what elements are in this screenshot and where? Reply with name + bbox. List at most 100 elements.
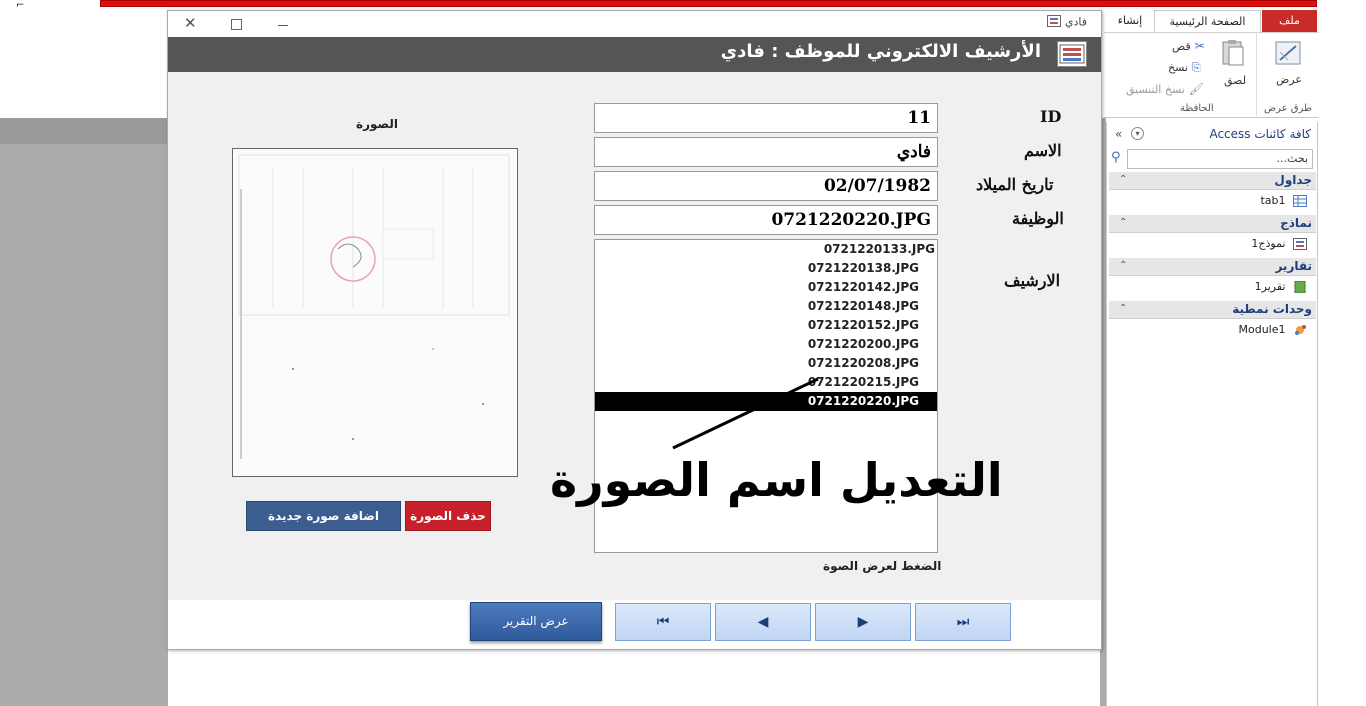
nav-group-forms[interactable]: ⌃ نماذج <box>1109 215 1316 233</box>
list-item-label: 0721220208.JPG <box>807 356 919 370</box>
ribbon-divider <box>1256 32 1257 116</box>
form-header: الأرشيف الالكتروني للموظف : فادي <box>168 37 1101 72</box>
workspace-top-band <box>0 118 168 144</box>
dob-label: تاريخ الميلاد <box>976 175 1054 194</box>
list-item-selected[interactable]: 0721220220.JPG <box>595 392 937 411</box>
nav-item-tab1[interactable]: tab1 <box>1260 194 1307 207</box>
report-icon <box>1293 280 1307 294</box>
list-item[interactable]: 0721220133.JPG <box>595 240 937 259</box>
format-painter-label: نسخ التنسيق <box>1126 83 1185 96</box>
window-title-bar: ✕ فادي <box>168 11 1101 37</box>
form-window: ✕ فادي الأرشيف الالكتروني للموظف : فادي … <box>167 10 1102 650</box>
list-item-label: 0721220220.JPG <box>807 394 919 408</box>
format-painter-button[interactable]: نسخ التنسيق 🖌 <box>1126 82 1204 96</box>
list-item-label: 0721220152.JPG <box>807 318 919 332</box>
window-tab-label: فادي <box>1064 15 1087 29</box>
job-label: الوظيفة <box>1012 209 1064 228</box>
copy-button[interactable]: نسخ ⎘ <box>1168 60 1201 75</box>
list-item-label: 0721220138.JPG <box>807 261 919 275</box>
click-hint-label: الضغط لعرض الصوة <box>823 559 942 573</box>
list-item-label: 0721220200.JPG <box>807 337 919 351</box>
list-item-label: 0721220133.JPG <box>823 242 935 256</box>
last-record-button[interactable]: ⏭ <box>915 603 1011 641</box>
dob-field[interactable]: 02/07/1982 <box>594 171 938 201</box>
list-item[interactable]: 0721220200.JPG <box>595 335 937 354</box>
form-icon <box>1047 15 1062 30</box>
prev-record-button[interactable]: ◀ <box>715 603 811 641</box>
annotation-text: التعديل اسم الصورة <box>550 453 1003 507</box>
collapse-icon: ⌃ <box>1119 217 1128 228</box>
delete-image-button[interactable]: حذف الصورة <box>405 501 491 531</box>
id-label: ID <box>1040 107 1062 126</box>
collapse-pane-icon[interactable]: « <box>1115 122 1122 146</box>
id-field[interactable]: 11 <box>594 103 938 133</box>
tab-file[interactable]: ملف <box>1262 10 1317 32</box>
copy-icon: ⎘ <box>1191 61 1201 74</box>
close-icon[interactable]: ✕ <box>184 14 197 32</box>
app-title-bar <box>100 0 1317 7</box>
paste-button[interactable]: لصق <box>1224 74 1246 87</box>
prev-record-icon: ◀ <box>757 614 769 630</box>
document-image[interactable] <box>232 148 518 477</box>
report-button[interactable]: عرض التقرير <box>470 602 602 641</box>
form-icon <box>1293 238 1307 250</box>
table-icon <box>1293 195 1307 207</box>
nav-item-report1[interactable]: تقرير1 <box>1254 280 1307 294</box>
next-record-button[interactable]: ▶ <box>815 603 911 641</box>
collapse-icon: ⌃ <box>1119 303 1128 314</box>
first-record-icon: ⏮ <box>656 614 670 630</box>
nav-group-modules[interactable]: ⌃ وحدات نمطية <box>1109 301 1316 319</box>
nav-item-label: تقرير1 <box>1254 280 1286 293</box>
nav-group-label: تقارير <box>1275 259 1312 273</box>
name-label: الاسم <box>1024 141 1062 160</box>
cut-icon: ✂ <box>1194 39 1205 53</box>
first-record-button[interactable]: ⏮ <box>615 603 711 641</box>
last-record-icon: ⏭ <box>956 614 970 630</box>
nav-search-input[interactable]: بحث... <box>1127 149 1313 169</box>
chevron-down-icon[interactable]: ▾ <box>1131 127 1144 140</box>
search-icon[interactable]: ⚲ <box>1111 150 1121 165</box>
nav-header[interactable]: « ▾ كافة كائنات Access <box>1107 122 1317 146</box>
name-field[interactable]: فادي <box>594 137 938 167</box>
list-item-label: 0721220215.JPG <box>807 375 919 389</box>
nav-group-reports[interactable]: ⌃ تقارير <box>1109 258 1316 276</box>
form-title: الأرشيف الالكتروني للموظف : فادي <box>720 41 1041 62</box>
list-item[interactable]: 0721220215.JPG <box>595 373 937 392</box>
minimize-icon[interactable] <box>278 25 288 26</box>
list-item[interactable]: 0721220138.JPG <box>595 259 937 278</box>
view-button[interactable]: عرض <box>1276 73 1302 86</box>
nav-title: كافة كائنات Access <box>1209 127 1311 141</box>
tab-home[interactable]: الصفحة الرئيسية <box>1154 10 1261 32</box>
list-item[interactable]: 0721220142.JPG <box>595 278 937 297</box>
view-icon[interactable] <box>1274 38 1304 68</box>
nav-item-label: tab1 <box>1260 194 1286 207</box>
nav-group-label: جداول <box>1274 173 1312 187</box>
nav-item-label: Module1 <box>1238 323 1286 336</box>
module-icon <box>1293 324 1307 336</box>
next-record-icon: ▶ <box>857 614 869 630</box>
nav-group-label: نماذج <box>1280 216 1312 230</box>
paste-icon[interactable] <box>1220 38 1248 68</box>
views-group-label: طرق عرض <box>1264 103 1312 114</box>
add-image-button[interactable]: اضافة صورة جديدة <box>246 501 401 531</box>
clipboard-group-label: الحافظة <box>1180 103 1214 114</box>
nav-item-module1[interactable]: Module1 <box>1239 323 1308 336</box>
maximize-icon[interactable] <box>231 19 242 30</box>
tab-create[interactable]: إنشاء <box>1108 10 1152 32</box>
copy-label: نسخ <box>1168 61 1188 74</box>
list-item[interactable]: 0721220148.JPG <box>595 297 937 316</box>
window-tab-title[interactable]: فادي <box>1043 15 1087 30</box>
nav-group-label: وحدات نمطية <box>1232 302 1312 316</box>
list-item-label: 0721220148.JPG <box>807 299 919 313</box>
list-item[interactable]: 0721220152.JPG <box>595 316 937 335</box>
cut-button[interactable]: قص ✂ <box>1172 39 1205 53</box>
nav-group-tables[interactable]: ⌃ جداول <box>1109 172 1316 190</box>
archive-label: الارشيف <box>1004 271 1061 290</box>
nav-item-form1[interactable]: نموذج1 <box>1251 237 1307 250</box>
format-painter-icon: 🖌 <box>1188 82 1204 96</box>
job-field[interactable]: 0721220220.JPG <box>594 205 938 235</box>
workspace-background <box>0 118 168 706</box>
collapse-icon: ⌃ <box>1119 260 1128 271</box>
list-item[interactable]: 0721220208.JPG <box>595 354 937 373</box>
list-item-label: 0721220142.JPG <box>807 280 919 294</box>
